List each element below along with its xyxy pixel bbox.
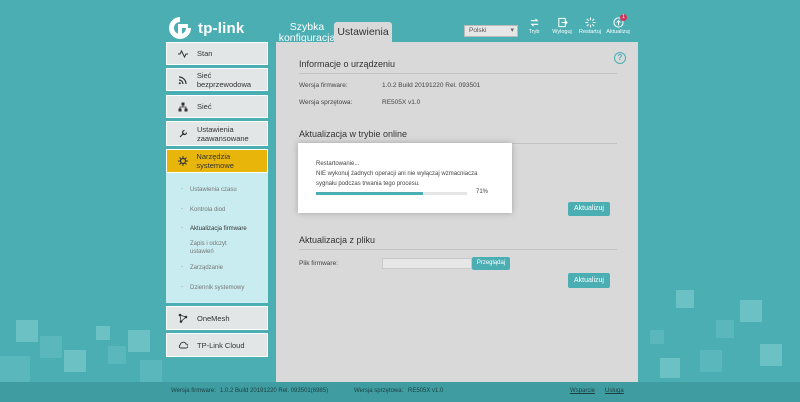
dialog-warning-line2: sygnału podczas trwania tego procesu. [316, 181, 420, 187]
decor-pixel [40, 336, 62, 358]
chevron-down-icon: ▾ [510, 27, 514, 34]
decor-pixel [96, 326, 110, 340]
language-selected: Polski [469, 27, 487, 34]
tab-quick-setup[interactable]: Szybka konfiguracja [278, 22, 336, 44]
device-info-title: Informacje o urządzeniu [299, 59, 396, 69]
mode-icon [529, 18, 539, 27]
sidebar-item-label: Sieć bezprzewodowa [196, 70, 252, 89]
logout-icon [557, 17, 568, 28]
submenu-bullet: - [181, 284, 183, 290]
tab-settings[interactable]: Ustawienia [334, 22, 392, 42]
submenu-bullet: - [181, 186, 183, 192]
sidebar-item-advanced[interactable]: Ustawienia zaawansowane [166, 121, 268, 146]
browse-button[interactable]: Przeglądaj [472, 257, 510, 270]
update-button[interactable]: Aktualizuj 1 [603, 14, 633, 35]
submenu-item-system-log[interactable]: Dziennik systemowy [190, 284, 244, 292]
reboot-icon [584, 17, 596, 28]
hardware-value: RE505X v1.0 [382, 99, 421, 106]
footer-hardware-value: RE505X v1.0 [408, 388, 444, 394]
logo-icon [166, 14, 194, 42]
sidebar-item-label: Stan [197, 49, 213, 58]
update-label: Aktualizuj [606, 29, 630, 35]
decor-pixel [108, 346, 126, 364]
submenu-item-administration[interactable]: Zarządzanie [190, 264, 223, 272]
footer-support-link[interactable]: Wsparcie [570, 388, 595, 394]
logout-button[interactable]: Wyloguj [547, 17, 577, 35]
online-update-button[interactable]: Aktualizuj [568, 202, 610, 216]
sidebar-item-onemesh[interactable]: OneMesh [166, 306, 268, 330]
footer-firmware-label: Wersja firmware: [171, 388, 216, 394]
sidebar-item-label: Narzędzia systemowe [196, 152, 234, 170]
dialog-title: Restartowanie... [316, 161, 360, 167]
submenu-bullet: - [181, 225, 183, 231]
advanced-settings-icon [175, 129, 191, 139]
footer-hardware-label: Wersja sprzętowa: [354, 388, 404, 394]
submenu-bullet: - [181, 264, 183, 270]
logout-label: Wyloguj [552, 29, 572, 35]
hardware-label: Wersja sprzętowa: [299, 99, 353, 106]
submenu-item-time-settings[interactable]: Ustawienia czasu [190, 186, 237, 194]
sidebar-item-label: OneMesh [197, 313, 230, 323]
decor-pixel [16, 320, 38, 342]
sidebar-item-label: Sieć [197, 102, 212, 111]
submenu-item-led-control[interactable]: Kontrola diod [190, 206, 225, 214]
submenu-item-backup-restore[interactable]: Zapis i odczyt ustawień [190, 240, 250, 256]
system-tools-icon [175, 156, 190, 166]
reboot-dialog: Restartowanie... NIE wykonuj żadnych ope… [298, 143, 512, 213]
firmware-label: Wersja firmware: [299, 82, 348, 89]
submenu-item-firmware-update[interactable]: Aktualizacja firmware [190, 225, 247, 233]
cloud-icon [175, 340, 191, 350]
divider [299, 249, 617, 250]
progress-fill [316, 192, 424, 195]
divider [299, 73, 617, 74]
progress-bar [316, 192, 467, 195]
sidebar-item-wireless[interactable]: Sieć bezprzewodowa [166, 68, 268, 91]
network-icon [175, 102, 191, 112]
decor-pixel [676, 290, 694, 308]
firmware-file-input[interactable] [382, 258, 472, 269]
onemesh-icon [175, 313, 191, 323]
logo-text: tp-link [198, 19, 245, 37]
decor-pixel [0, 356, 30, 382]
reboot-button[interactable]: Restartuj [575, 17, 605, 35]
progress-percent: 71% [476, 189, 489, 195]
footer-firmware-value: 1.0.2 Build 20191220 Rel. 093501(6985) [220, 388, 329, 394]
logo: tp-link [166, 14, 244, 42]
decor-pixel [700, 350, 722, 372]
sidebar-item-status[interactable]: Stan [166, 42, 268, 65]
file-update-title: Aktualizacja z pliku [299, 235, 376, 245]
wifi-icon [175, 75, 191, 85]
footer-services-link[interactable]: Usługa [605, 388, 624, 394]
reboot-label: Restartuj [578, 29, 601, 35]
decor-pixel [716, 320, 734, 338]
sidebar-item-label: TP-Link Cloud [197, 340, 245, 350]
decor-pixel [660, 358, 680, 378]
sidebar-item-cloud[interactable]: TP-Link Cloud [166, 333, 268, 357]
mode-button[interactable]: Tryb [519, 17, 549, 35]
decor-pixel [64, 350, 86, 372]
file-label: Plik firmware: [299, 260, 339, 267]
mode-label: Tryb [528, 29, 540, 35]
dialog-warning-line1: NIE wykonuj żadnych operacji ani nie wył… [316, 171, 478, 177]
file-update-button[interactable]: Aktualizuj [568, 273, 610, 288]
sidebar-item-system-tools[interactable]: Narzędzia systemowe [166, 149, 268, 173]
online-update-title: Aktualizacja w trybie online [299, 129, 408, 139]
firmware-value: 1.0.2 Build 20191220 Rel. 093501 [382, 82, 481, 89]
update-badge: 1 [620, 14, 627, 21]
sidebar-item-network[interactable]: Sieć [166, 95, 268, 118]
submenu-bullet: - [181, 206, 183, 212]
decor-pixel [650, 330, 664, 344]
decor-pixel [760, 344, 782, 366]
help-icon[interactable]: ? [614, 52, 626, 64]
status-icon [175, 49, 191, 59]
decor-pixel [140, 360, 162, 382]
sidebar-item-label: Ustawienia zaawansowane [197, 124, 249, 143]
decor-pixel [740, 300, 762, 322]
language-select[interactable]: Polski ▾ [464, 25, 518, 37]
decor-pixel [128, 330, 150, 352]
